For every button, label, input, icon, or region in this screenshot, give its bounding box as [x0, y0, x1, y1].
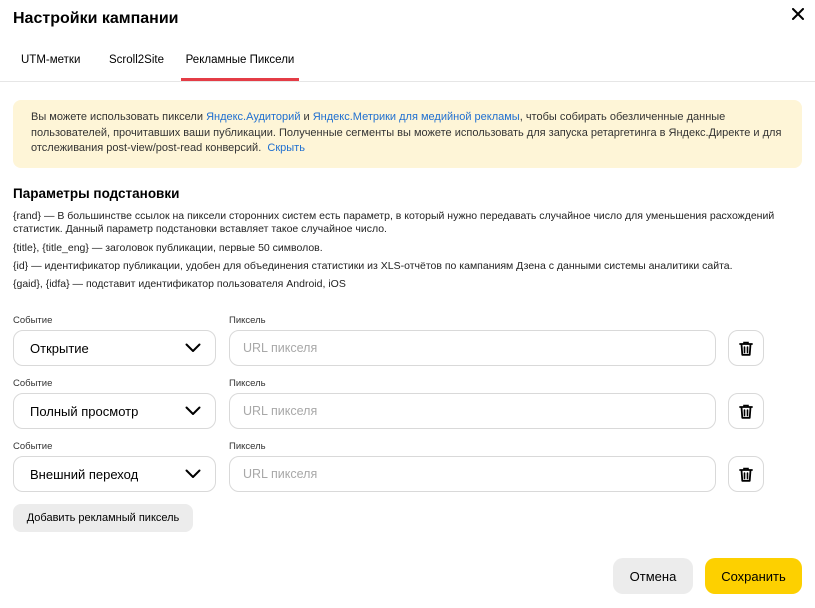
event-select[interactable]: Открытие — [13, 330, 216, 366]
hide-info-link[interactable]: Скрыть — [267, 142, 305, 154]
tab-bar: UTM-метки Scroll2Site Рекламные Пиксели — [0, 44, 815, 81]
pixel-url-input[interactable] — [229, 456, 716, 492]
chevron-down-icon — [185, 469, 201, 479]
link-yandex-metrika[interactable]: Яндекс.Метрики для медийной рекламы — [313, 111, 520, 123]
pixel-label: Пиксель — [229, 378, 266, 389]
param-id: {id} — идентификатор публикации, удобен … — [13, 260, 733, 272]
event-select-value: Внешний переход — [30, 466, 139, 482]
pixel-label: Пиксель — [229, 315, 266, 326]
info-text-2: и — [300, 111, 313, 123]
trash-icon — [739, 467, 753, 482]
delete-pixel-button[interactable] — [728, 456, 764, 492]
event-label: Событие — [13, 378, 53, 389]
add-pixel-button[interactable]: Добавить рекламный пиксель — [13, 504, 193, 532]
close-icon — [792, 8, 804, 20]
pixel-url-input[interactable] — [229, 330, 716, 366]
param-title: {title}, {title_eng} — заголовок публика… — [13, 242, 323, 254]
event-label: Событие — [13, 315, 53, 326]
event-select-value: Полный просмотр — [30, 403, 139, 419]
save-button[interactable]: Сохранить — [705, 558, 802, 594]
tab-utm[interactable]: UTM-метки — [21, 44, 80, 81]
event-select-value: Открытие — [30, 340, 89, 356]
pixel-label: Пиксель — [229, 441, 266, 452]
dialog-title: Настройки кампании — [13, 10, 179, 27]
param-rand: {rand} — В большинстве ссылок на пиксели… — [13, 210, 775, 235]
tab-scroll2site[interactable]: Scroll2Site — [109, 44, 164, 81]
chevron-down-icon — [185, 406, 201, 416]
params-title: Параметры подстановки — [13, 186, 180, 201]
trash-icon — [739, 341, 753, 356]
pixel-url-input[interactable] — [229, 393, 716, 429]
param-gaid: {gaid}, {idfa} — подставит идентификатор… — [13, 278, 346, 290]
tab-divider — [0, 81, 815, 82]
delete-pixel-button[interactable] — [728, 393, 764, 429]
event-select[interactable]: Внешний переход — [13, 456, 216, 492]
params-description: {rand} — В большинстве ссылок на пиксели… — [13, 210, 793, 296]
link-yandex-audiences[interactable]: Яндекс.Аудиторий — [206, 111, 300, 123]
delete-pixel-button[interactable] — [728, 330, 764, 366]
info-banner: Вы можете использовать пиксели Яндекс.Ау… — [13, 100, 802, 168]
chevron-down-icon — [185, 343, 201, 353]
cancel-button[interactable]: Отмена — [613, 558, 693, 594]
trash-icon — [739, 404, 753, 419]
event-label: Событие — [13, 441, 53, 452]
event-select[interactable]: Полный просмотр — [13, 393, 216, 429]
tab-ad-pixels[interactable]: Рекламные Пиксели — [181, 44, 299, 81]
close-button[interactable] — [788, 4, 808, 24]
info-text-1: Вы можете использовать пиксели — [31, 111, 207, 123]
